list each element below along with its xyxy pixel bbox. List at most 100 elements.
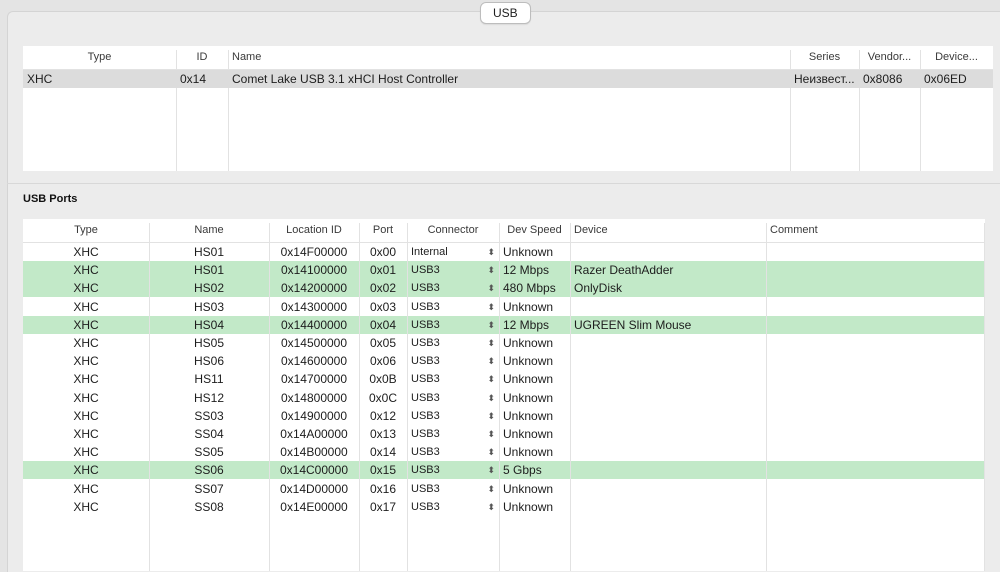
connector-select[interactable]: USB3 ⬍ [407,425,499,443]
connector-select-value: USB3 [411,300,440,313]
connector-select[interactable]: USB3 ⬍ [407,443,499,461]
port-row[interactable]: XHC SS08 0x14E00000 0x17 USB3 ⬍ Unknown [23,498,985,516]
port-cell-speed: Unknown [503,336,554,350]
port-cell-type: XHC [73,336,99,350]
port-cell-comment[interactable] [766,498,985,516]
column-divider [984,223,985,571]
connector-select-value: Internal [411,246,448,258]
port-row[interactable]: XHC HS01 0x14100000 0x01 USB3 ⬍ 12 Mbps Razer D… [23,261,985,280]
port-cell-comment[interactable] [766,334,985,352]
port-cell-comment[interactable] [766,389,985,407]
port-cell-comment[interactable] [766,425,985,443]
col-header-connector[interactable]: Connector [407,219,499,242]
column-divider [859,50,860,171]
port-cell-comment[interactable] [766,461,985,479]
col-header-vendor[interactable]: Vendor... [859,46,920,69]
port-cell-location: 0x14700000 [280,372,348,387]
port-row[interactable]: XHC SS04 0x14A00000 0x13 USB3 ⬍ Unknown [23,425,985,443]
connector-select[interactable]: USB3 ⬍ [407,334,499,352]
port-cell-name: HS12 [193,390,225,405]
up-down-chevron-icon: ⬍ [487,265,495,276]
col-header-name[interactable]: Name [228,46,790,69]
connector-select[interactable]: USB3 ⬍ [407,498,499,516]
port-cell-comment[interactable] [766,243,985,261]
col-header-device[interactable]: Device... [920,46,993,69]
port-row[interactable]: XHC HS04 0x14400000 0x04 USB3 ⬍ 12 Mbps UGREEN … [23,315,985,334]
port-cell-location: 0x14E00000 [280,499,348,514]
col-header-location-id[interactable]: Location ID [269,219,359,242]
port-row[interactable]: XHC HS03 0x14300000 0x03 USB3 ⬍ Unknown [23,298,985,316]
up-down-chevron-icon: ⬍ [487,356,495,367]
connector-select[interactable]: USB3 ⬍ [407,461,499,479]
up-down-chevron-icon: ⬍ [487,483,495,494]
port-cell-device: OnlyDisk [574,281,623,296]
col-header-comment[interactable]: Comment [766,219,985,242]
port-cell-comment[interactable] [766,352,985,370]
port-cell-comment[interactable] [766,261,985,279]
section-divider [7,183,1000,184]
port-cell-speed: Unknown [503,372,554,387]
connector-select[interactable]: USB3 ⬍ [407,407,499,425]
port-row[interactable]: XHC HS02 0x14200000 0x02 USB3 ⬍ 480 Mbps OnlyDi… [23,279,985,298]
column-divider [790,50,791,171]
connector-select[interactable]: USB3 ⬍ [407,279,499,297]
port-cell-speed: Unknown [503,445,554,460]
port-row[interactable]: XHC HS01 0x14F00000 0x00 Internal ⬍ Unknown [23,243,985,261]
port-cell-port: 0x12 [369,408,397,423]
port-cell-device [570,352,766,370]
port-cell-device [570,298,766,316]
connector-select[interactable]: USB3 ⬍ [407,480,499,498]
tab-usb[interactable]: USB [480,2,531,24]
col-header-port[interactable]: Port [359,219,407,242]
connector-select[interactable]: USB3 ⬍ [407,389,499,407]
port-row[interactable]: XHC HS11 0x14700000 0x0B USB3 ⬍ Unknown [23,370,985,388]
port-row[interactable]: XHC HS12 0x14800000 0x0C USB3 ⬍ Unknown [23,389,985,407]
port-cell-name: SS07 [194,481,224,496]
col-header-device[interactable]: Device [570,219,766,242]
port-cell-type: XHC [73,317,99,332]
port-row[interactable]: XHC SS05 0x14B00000 0x14 USB3 ⬍ Unknown [23,443,985,461]
port-row[interactable]: XHC HS05 0x14500000 0x05 USB3 ⬍ Unknown [23,334,985,352]
port-cell-comment[interactable] [766,443,985,461]
port-cell-type: XHC [73,408,99,423]
up-down-chevron-icon: ⬍ [487,465,495,476]
port-row[interactable]: XHC HS06 0x14600000 0x06 USB3 ⬍ Unknown [23,352,985,370]
connector-select[interactable]: USB3 ⬍ [407,316,499,334]
connector-select[interactable]: USB3 ⬍ [407,261,499,279]
port-cell-device [570,443,766,461]
col-header-id[interactable]: ID [176,46,228,69]
connector-select[interactable]: Internal ⬍ [407,243,499,261]
port-cell-port: 0x05 [369,336,397,350]
port-cell-type: XHC [73,481,99,496]
port-row[interactable]: XHC SS03 0x14900000 0x12 USB3 ⬍ Unknown [23,407,985,425]
connector-select-value: USB3 [411,500,440,513]
connector-select[interactable]: USB3 ⬍ [407,370,499,388]
up-down-chevron-icon: ⬍ [487,319,495,330]
col-header-name[interactable]: Name [149,219,269,242]
port-cell-comment[interactable] [766,316,985,334]
port-cell-comment[interactable] [766,407,985,425]
connector-select-value: USB3 [411,464,440,477]
port-row[interactable]: XHC SS07 0x14D00000 0x16 USB3 ⬍ Unknown [23,480,985,498]
controllers-table-header: Type ID Name Series Vendor... Device... [23,46,993,70]
port-cell-port: 0x04 [369,317,397,332]
port-row[interactable]: XHC SS06 0x14C00000 0x15 USB3 ⬍ 5 Gbps [23,461,985,480]
col-header-type[interactable]: Type [23,219,149,242]
port-cell-comment[interactable] [766,370,985,388]
col-header-dev-speed[interactable]: Dev Speed [499,219,570,242]
up-down-chevron-icon: ⬍ [487,374,495,385]
connector-select[interactable]: USB3 ⬍ [407,298,499,316]
port-cell-comment[interactable] [766,279,985,297]
port-cell-type: XHC [73,263,99,278]
port-cell-type: XHC [73,390,99,405]
up-down-chevron-icon: ⬍ [487,338,495,348]
col-header-series[interactable]: Series [790,46,859,69]
port-cell-location: 0x14300000 [280,299,348,314]
port-cell-comment[interactable] [766,480,985,498]
connector-select[interactable]: USB3 ⬍ [407,352,499,370]
port-cell-device [570,389,766,407]
col-header-type[interactable]: Type [23,46,176,69]
controller-row[interactable]: XHC 0x14 Comet Lake USB 3.1 xHCI Host Cont… [23,70,993,88]
port-cell-comment[interactable] [766,298,985,316]
up-down-chevron-icon: ⬍ [487,447,495,458]
